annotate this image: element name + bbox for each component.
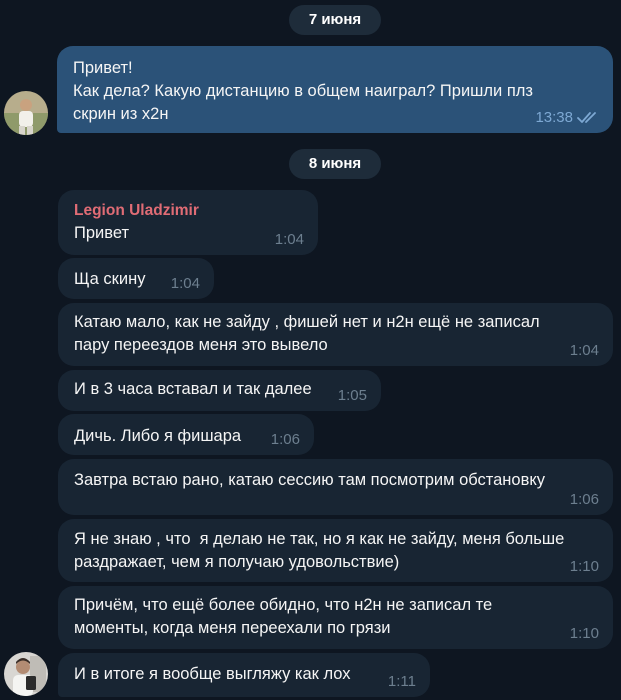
message-time: 1:11 xyxy=(387,673,416,690)
message-time: 1:04 xyxy=(170,275,200,292)
incoming-message-bubble[interactable]: Я не знаю , что я делаю не так, но я как… xyxy=(58,519,613,582)
date-separator: 7 июня xyxy=(289,5,381,35)
message-text: Завтра встаю рано, катаю сессию там посм… xyxy=(74,471,546,489)
message-time: 1:06 xyxy=(270,431,300,448)
incoming-message-bubble[interactable]: Ща скину 1:04 xyxy=(58,258,214,299)
incoming-message-bubble[interactable]: Legion Uladzimir Привет 1:04 xyxy=(58,190,318,255)
incoming-message-bubble[interactable]: Катаю мало, как не зайду , фишей нет и н… xyxy=(58,303,613,366)
incoming-message-bubble[interactable]: Завтра встаю рано, катаю сессию там посм… xyxy=(58,459,613,515)
message-text: И в итоге я вообще выгляжу как лох xyxy=(74,665,351,683)
message-time: 1:05 xyxy=(337,387,367,404)
message-time: 1:10 xyxy=(569,558,599,575)
message-text: Я не знаю , что я делаю не так, но я как… xyxy=(74,530,565,571)
own-avatar[interactable] xyxy=(4,91,48,135)
incoming-message-bubble[interactable]: И в 3 часа вставал и так далее 1:05 xyxy=(58,370,381,411)
read-double-check-icon xyxy=(577,112,596,123)
message-time: 1:06 xyxy=(569,491,599,508)
message-time: 13:38 xyxy=(535,109,573,126)
incoming-message-bubble[interactable]: И в итоге я вообще выгляжу как лох 1:11 xyxy=(58,653,430,697)
message-text: Привет! Как дела? Какую дистанцию в обще… xyxy=(73,59,533,123)
message-time: 1:04 xyxy=(569,342,599,359)
message-time: 1:10 xyxy=(569,625,599,642)
incoming-message-bubble[interactable]: Причём, что ещё более обидно, что н2н не… xyxy=(58,586,613,649)
date-separator: 8 июня xyxy=(289,149,381,179)
message-text: Привет xyxy=(74,224,130,242)
message-time: 1:04 xyxy=(274,231,304,248)
message-text: И в 3 часа вставал и так далее xyxy=(74,380,312,398)
outgoing-message-bubble[interactable]: Привет! Как дела? Какую дистанцию в обще… xyxy=(57,46,613,133)
message-text: Дичь. Либо я фишара xyxy=(74,427,242,445)
sender-name[interactable]: Legion Uladzimir xyxy=(74,201,302,221)
message-text: Причём, что ещё более обидно, что н2н не… xyxy=(74,596,493,637)
sender-avatar[interactable] xyxy=(4,652,48,696)
incoming-message-bubble[interactable]: Дичь. Либо я фишара 1:06 xyxy=(58,414,314,455)
message-text: Катаю мало, как не зайду , фишей нет и н… xyxy=(74,313,540,354)
chat-history[interactable]: 7 июня Привет! Как дела? Какую дистанцию… xyxy=(0,0,621,700)
